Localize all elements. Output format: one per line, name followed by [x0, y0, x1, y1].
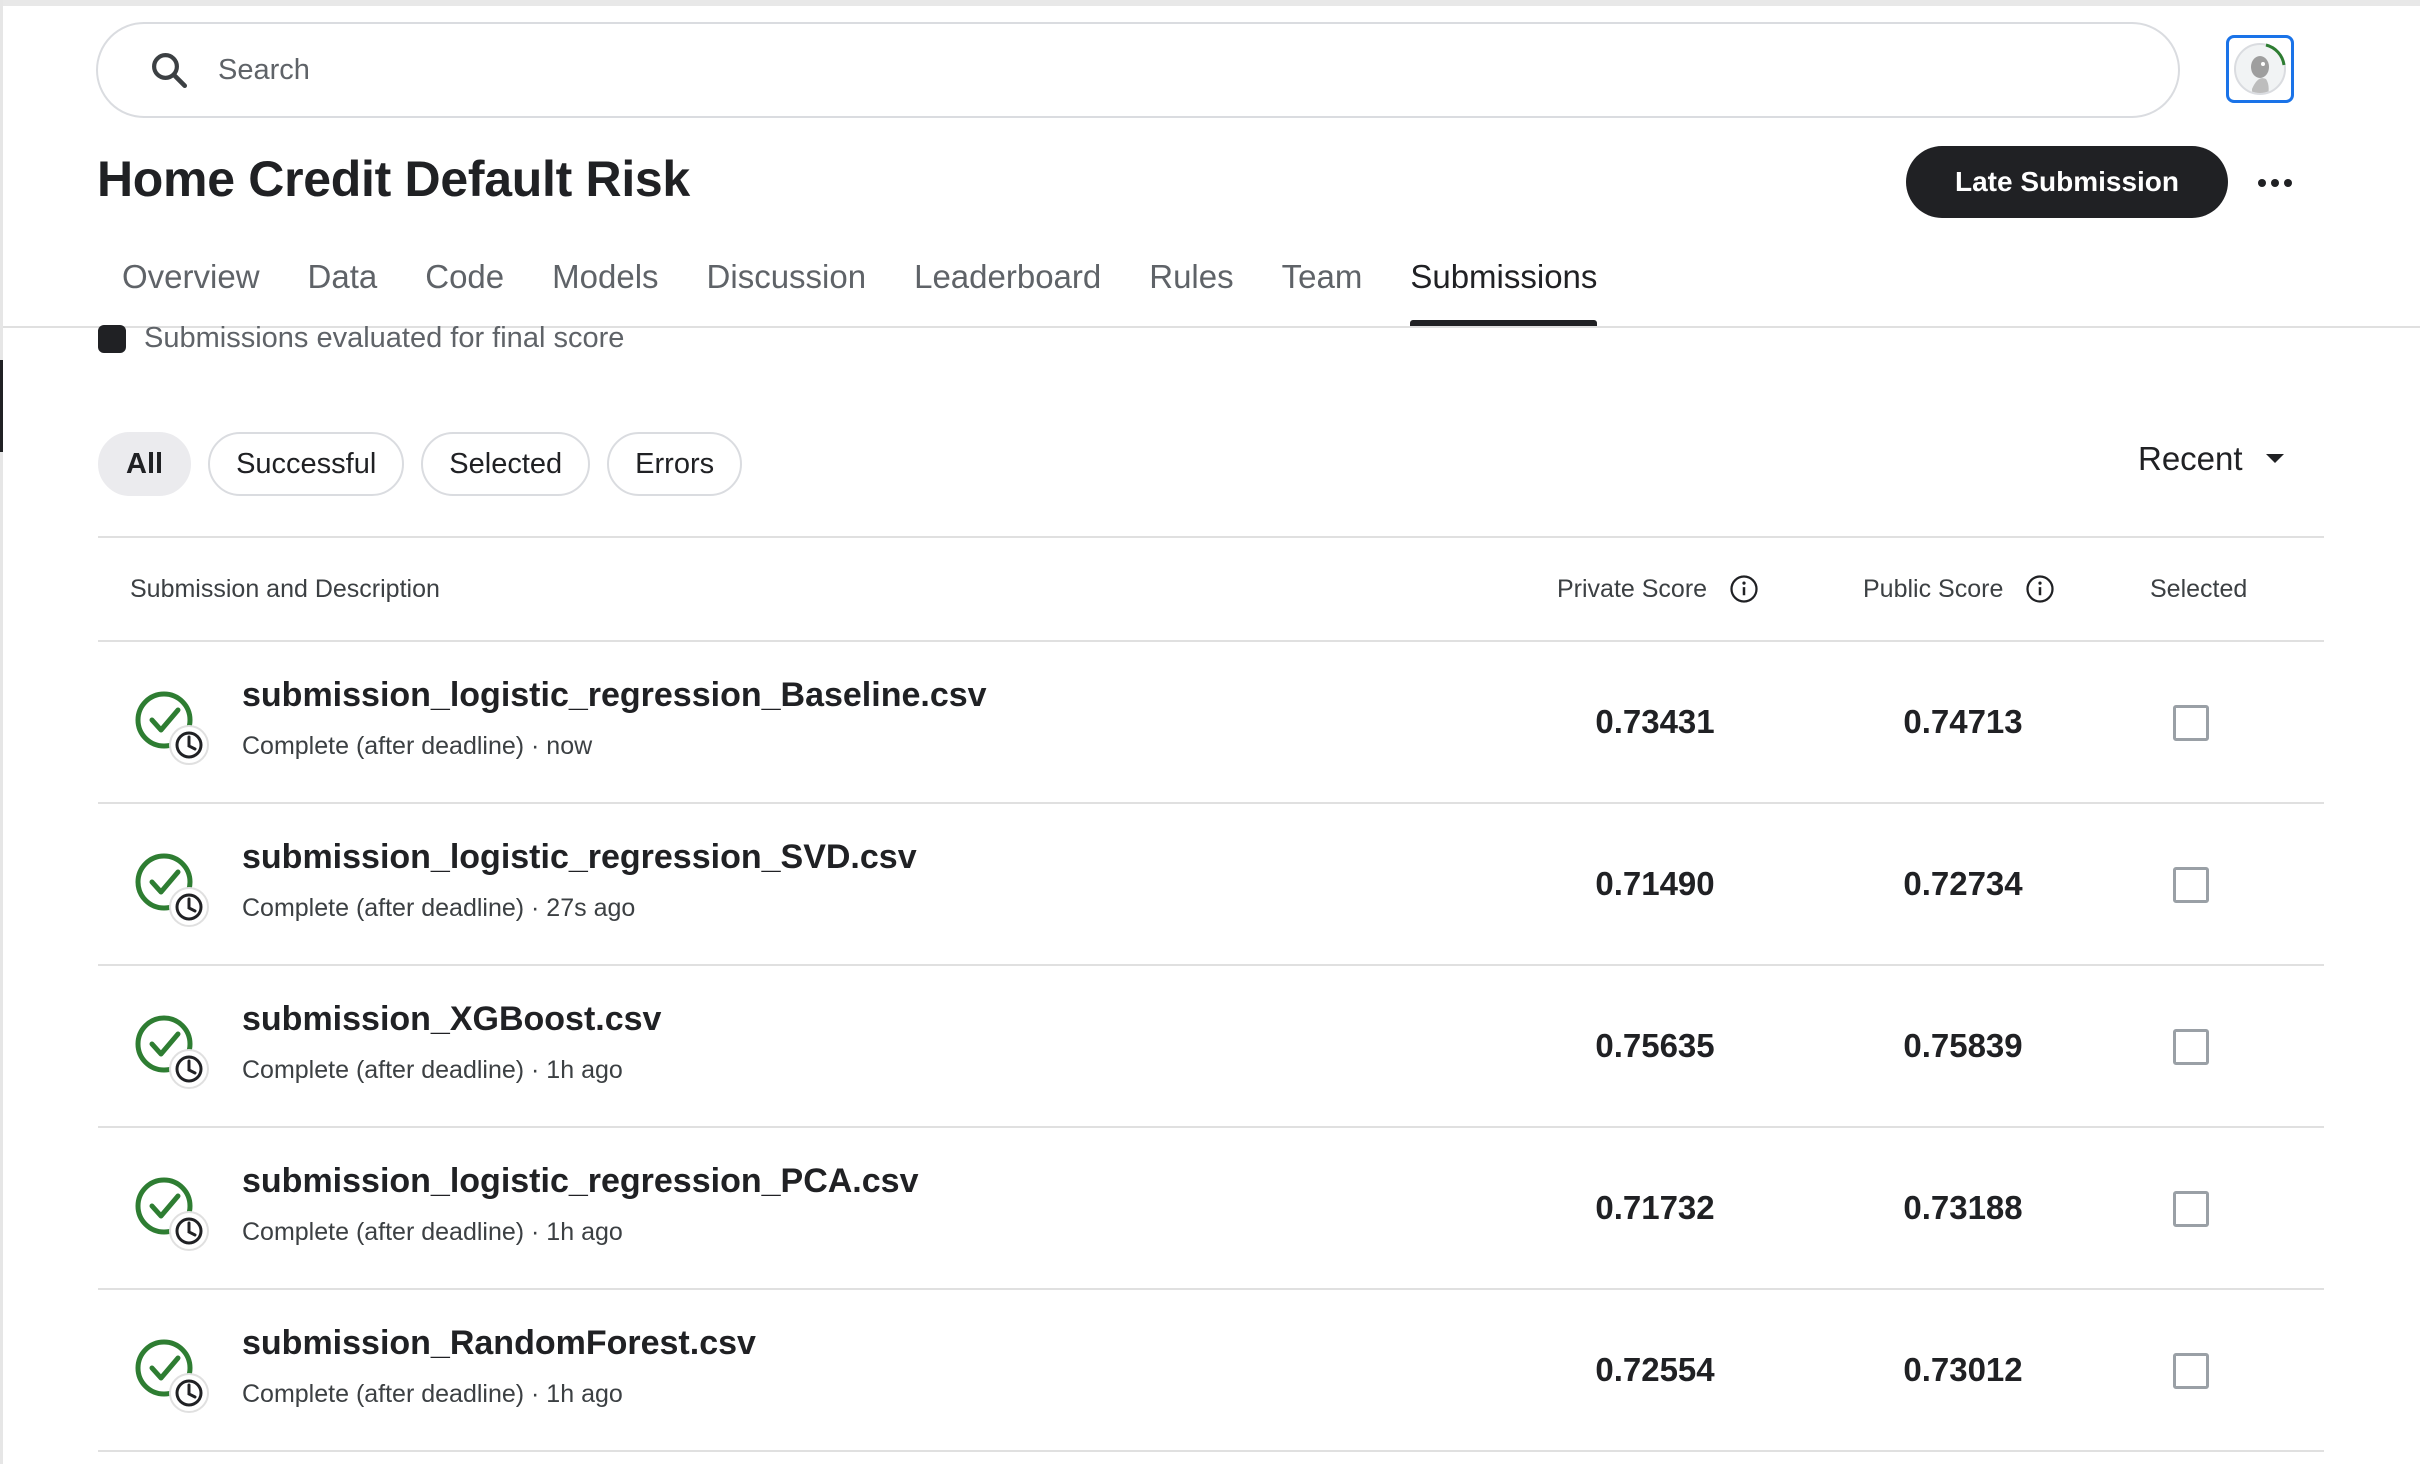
select-checkbox[interactable] [2173, 1029, 2209, 1065]
tab-rules[interactable]: Rules [1125, 252, 1257, 326]
filter-successful[interactable]: Successful [208, 432, 405, 496]
submission-status: Complete (after deadline) · 27s ago [242, 894, 636, 922]
header-submission: Submission and Description [130, 574, 440, 603]
legend-text: Submissions evaluated for final score [144, 322, 625, 354]
submission-filename[interactable]: submission_logistic_regression_SVD.csv [242, 838, 917, 877]
late-submission-button[interactable]: Late Submission [1906, 146, 2228, 218]
private-score: 0.75635 [1595, 1027, 1715, 1064]
header-private-score: Private Score [1557, 538, 1759, 640]
submission-status: Complete (after deadline) · now [242, 732, 593, 760]
page-title: Home Credit Default Risk [97, 151, 690, 207]
table-row: submission_logistic_regression_SVD.csv C… [98, 804, 2324, 966]
select-checkbox[interactable] [2173, 705, 2209, 741]
legend: Submissions evaluated for final score [98, 322, 624, 355]
header-selected: Selected [2150, 574, 2248, 603]
side-marker [0, 360, 3, 452]
info-icon[interactable] [2025, 574, 2055, 604]
select-checkbox[interactable] [2173, 1191, 2209, 1227]
more-options-icon[interactable] [2250, 158, 2300, 208]
info-icon[interactable] [1729, 574, 1759, 604]
tab-code[interactable]: Code [401, 252, 528, 326]
private-score: 0.71732 [1595, 1189, 1715, 1226]
public-score: 0.75839 [1903, 1027, 2023, 1064]
sort-label: Recent [2138, 440, 2243, 477]
private-score: 0.71490 [1595, 865, 1715, 902]
caret-down-icon [2265, 454, 2284, 463]
complete-check-icon [135, 1339, 209, 1413]
header-public-score: Public Score [1863, 538, 2055, 640]
public-score: 0.73188 [1903, 1189, 2023, 1226]
tab-data[interactable]: Data [284, 252, 402, 326]
search-bar[interactable]: Search [96, 22, 2180, 118]
submission-filename[interactable]: submission_logistic_regression_Baseline.… [242, 676, 987, 715]
table-row: submission_RandomForest.csv Complete (af… [98, 1290, 2324, 1452]
tab-leaderboard[interactable]: Leaderboard [890, 252, 1125, 326]
header-public-score-label: Public Score [1863, 574, 2004, 603]
tab-team[interactable]: Team [1258, 252, 1387, 326]
window-top-edge [0, 0, 2420, 6]
select-checkbox[interactable] [2173, 867, 2209, 903]
submission-filename[interactable]: submission_logistic_regression_PCA.csv [242, 1162, 918, 1201]
complete-check-icon [135, 1015, 209, 1089]
tab-overview[interactable]: Overview [98, 252, 284, 326]
filter-all[interactable]: All [98, 432, 192, 496]
submission-status: Complete (after deadline) · 1h ago [242, 1056, 623, 1084]
legend-swatch [98, 324, 126, 353]
select-checkbox[interactable] [2173, 1353, 2209, 1389]
search-icon [152, 53, 188, 89]
filter-chips: All Successful Selected Errors [98, 432, 743, 496]
table-row: submission_XGBoost.csv Complete (after d… [98, 966, 2324, 1128]
private-score: 0.72554 [1595, 1351, 1715, 1388]
public-score: 0.72734 [1903, 865, 2023, 902]
complete-check-icon [135, 691, 209, 765]
window-left-edge [0, 0, 3, 1464]
table-row: submission_logistic_regression_Baseline.… [98, 642, 2324, 804]
submissions-table: Submission and Description Private Score… [98, 536, 2324, 1452]
public-score: 0.74713 [1903, 703, 2023, 740]
competition-tabs: Overview Data Code Models Discussion Lea… [98, 252, 1621, 326]
table-row: submission_logistic_regression_PCA.csv C… [98, 1128, 2324, 1290]
private-score: 0.73431 [1595, 703, 1715, 740]
complete-check-icon [135, 1177, 209, 1251]
filter-selected[interactable]: Selected [421, 432, 591, 496]
submission-status: Complete (after deadline) · 1h ago [242, 1380, 623, 1408]
submission-filename[interactable]: submission_RandomForest.csv [242, 1324, 756, 1363]
public-score: 0.73012 [1903, 1351, 2023, 1388]
filter-errors[interactable]: Errors [607, 432, 743, 496]
submission-filename[interactable]: submission_XGBoost.csv [242, 1000, 661, 1039]
sort-dropdown[interactable]: Recent [2138, 440, 2285, 478]
complete-check-icon [135, 853, 209, 927]
header-private-score-label: Private Score [1557, 574, 1708, 603]
tab-discussion[interactable]: Discussion [683, 252, 891, 326]
submission-status: Complete (after deadline) · 1h ago [242, 1218, 623, 1246]
search-input[interactable]: Search [218, 54, 310, 87]
tab-submissions[interactable]: Submissions [1386, 252, 1621, 326]
progress-ring-icon [2265, 43, 2286, 66]
table-header: Submission and Description Private Score… [98, 536, 2324, 642]
tab-models[interactable]: Models [528, 252, 682, 326]
